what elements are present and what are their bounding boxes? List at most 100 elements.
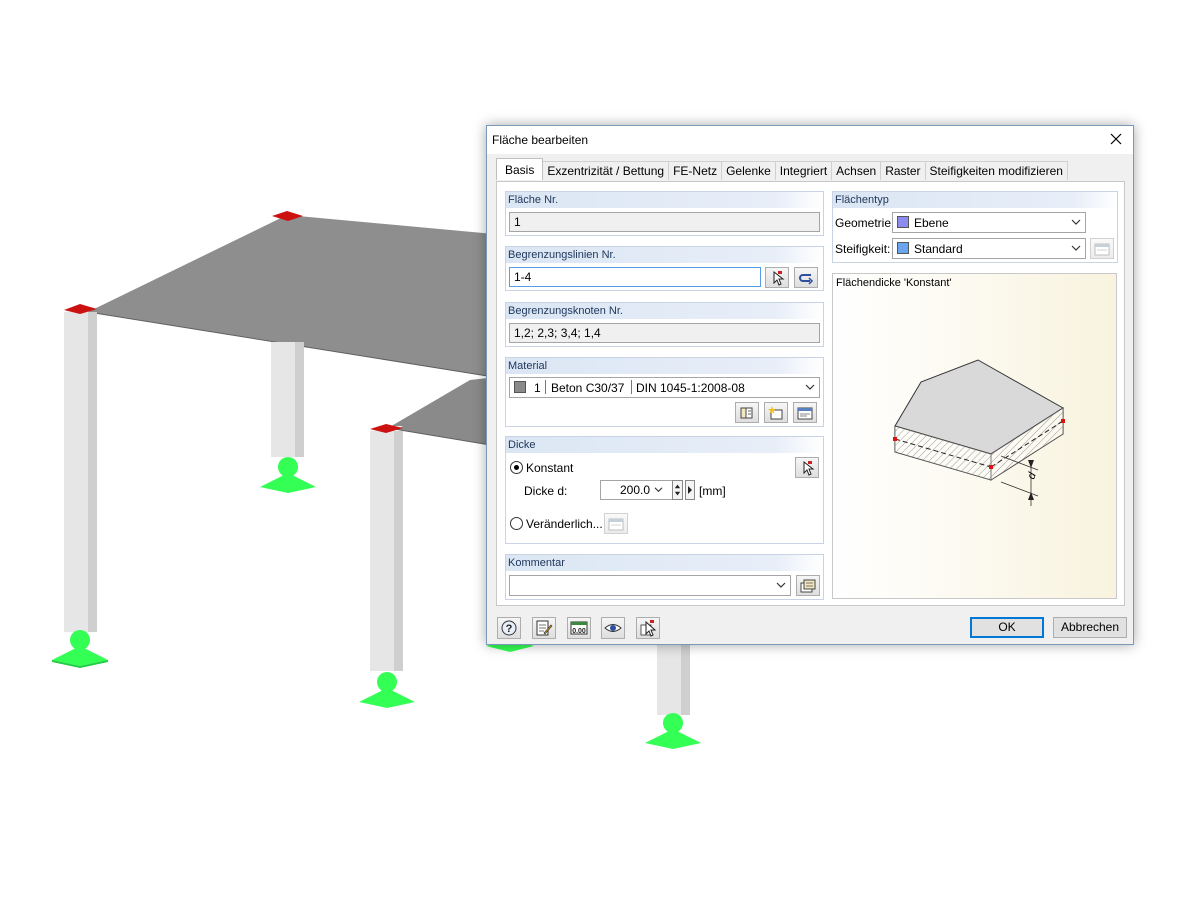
column-front-left	[64, 307, 97, 632]
variable-edit-button[interactable]	[604, 513, 628, 534]
pick-cursor-icon	[803, 460, 815, 476]
edit-surface-dialog: Fläche bearbeiten Basis Exzentrizität / …	[486, 125, 1134, 645]
chevron-down-icon	[1071, 219, 1081, 225]
new-item-icon	[768, 405, 783, 419]
thickness-arrow-button[interactable]	[685, 480, 695, 500]
geometry-color-swatch	[897, 216, 909, 228]
stiffness-edit-button[interactable]	[1090, 238, 1114, 259]
thickness-spinner[interactable]	[672, 480, 683, 500]
edit-dialog-icon	[797, 407, 813, 419]
boundary-nodes-group: Begrenzungsknoten Nr. 1,2; 2,3; 3,4; 1,4	[505, 302, 824, 347]
thickness-unit: [mm]	[699, 484, 726, 498]
comment-group: Kommentar	[505, 554, 824, 600]
boundary-nodes-header: Begrenzungsknoten Nr.	[506, 303, 823, 319]
loop-select-icon	[799, 273, 814, 285]
material-number: 1	[534, 381, 541, 395]
dialog-titlebar: Fläche bearbeiten	[487, 126, 1133, 154]
thickness-preview: Flächendicke 'Konstant' d	[832, 273, 1117, 599]
support-middle	[359, 672, 415, 708]
surface-type-header: Flächentyp	[833, 192, 1117, 208]
thickness-value: 200.0	[619, 483, 650, 497]
boundary-lines-header: Begrenzungslinien Nr.	[506, 247, 823, 263]
svg-text:?: ?	[506, 623, 513, 635]
thickness-group: Dicke Konstant Dicke d: 200.0 [mm] Verän…	[505, 436, 824, 544]
tab-hinges[interactable]: Gelenke	[721, 161, 776, 180]
edit-material-button[interactable]	[793, 402, 817, 423]
help-button[interactable]: ?	[497, 617, 521, 639]
ok-button[interactable]: OK	[970, 617, 1044, 638]
pick-in-graphic-button[interactable]	[636, 617, 660, 639]
boundary-nodes-field: 1,2; 2,3; 3,4; 1,4	[509, 323, 820, 343]
geometry-label: Geometrie:	[835, 216, 895, 230]
edit-dialog-icon	[608, 518, 624, 530]
new-material-button[interactable]	[764, 402, 788, 423]
variable-radio[interactable]	[510, 517, 523, 530]
comment-library-button[interactable]	[796, 575, 820, 596]
material-library-button[interactable]	[735, 402, 759, 423]
stiffness-value: Standard	[914, 242, 963, 256]
variable-label: Veränderlich...	[526, 517, 603, 531]
library-book-icon	[740, 407, 753, 418]
plate-thickness-illustration	[893, 359, 1065, 506]
chevron-down-icon	[805, 384, 815, 390]
boundary-lines-input[interactable]: 1-4	[509, 267, 761, 287]
surface-no-field: 1	[509, 212, 820, 232]
material-select[interactable]: 1 Beton C30/37 DIN 1045-1:2008-08	[509, 377, 820, 398]
column-back	[271, 342, 304, 457]
cancel-button[interactable]: Abbrechen	[1053, 617, 1127, 638]
edit-notes-button[interactable]	[532, 617, 556, 639]
material-header: Material	[506, 358, 823, 374]
support-right	[645, 713, 701, 749]
material-color-swatch	[514, 381, 526, 393]
thickness-pick-button[interactable]	[795, 457, 819, 478]
tab-eccentricity[interactable]: Exzentrizität / Bettung	[542, 161, 670, 180]
stiffness-color-swatch	[897, 242, 909, 254]
surface-no-group: Fläche Nr. 1	[505, 191, 824, 236]
tab-integrated[interactable]: Integriert	[774, 161, 833, 180]
support-back	[260, 457, 316, 493]
tab-bar: Basis Exzentrizität / Bettung FE-Netz Ge…	[496, 158, 1068, 181]
column-right	[657, 645, 690, 715]
tab-fe-mesh[interactable]: FE-Netz	[668, 161, 723, 180]
stiffness-select[interactable]: Standard	[892, 238, 1086, 259]
thickness-input[interactable]: 200.0	[600, 480, 678, 500]
view-button[interactable]	[601, 617, 625, 639]
tab-basis[interactable]: Basis	[496, 158, 544, 180]
comment-input[interactable]	[509, 575, 791, 596]
tab-axes[interactable]: Achsen	[831, 161, 882, 180]
column-middle	[370, 426, 403, 671]
thickness-d-label: Dicke d:	[524, 484, 568, 498]
material-norm: DIN 1045-1:2008-08	[636, 381, 745, 395]
pick-cursor-icon	[773, 270, 785, 286]
help-icon: ?	[501, 620, 517, 636]
surface-no-header: Fläche Nr.	[506, 192, 823, 208]
tab-stiffness-modification[interactable]: Steifigkeiten modifizieren	[924, 161, 1068, 180]
tab-grid[interactable]: Raster	[880, 161, 926, 180]
surface-type-group: Flächentyp Geometrie: Ebene Steifigkeit:…	[832, 191, 1118, 263]
material-group: Material 1 Beton C30/37 DIN 1045-1:2008-…	[505, 357, 824, 427]
chevron-down-icon	[1071, 245, 1081, 251]
eye-icon	[604, 624, 622, 632]
thickness-header: Dicke	[506, 437, 823, 453]
comment-list-icon	[800, 579, 816, 592]
chevron-down-icon	[654, 487, 663, 493]
boundary-lines-group: Begrenzungslinien Nr. 1-4	[505, 246, 824, 291]
notepad-edit-icon	[536, 620, 553, 636]
select-lines-button[interactable]	[794, 267, 818, 288]
svg-text:0.00: 0.00	[572, 628, 586, 635]
chevron-down-icon	[776, 582, 786, 588]
geometry-select[interactable]: Ebene	[892, 212, 1086, 233]
pick-cursor-icon	[640, 620, 657, 637]
comment-header: Kommentar	[506, 555, 823, 571]
tab-panel-basis: Fläche Nr. 1 Begrenzungslinien Nr. 1-4 B…	[496, 181, 1125, 606]
constant-label: Konstant	[526, 461, 574, 475]
geometry-value: Ebene	[914, 216, 949, 230]
material-name: Beton C30/37	[551, 381, 625, 395]
units-decimals-button[interactable]: 0.00	[567, 617, 591, 639]
decimal-places-icon: 0.00	[570, 621, 588, 635]
pick-lines-button[interactable]	[765, 267, 789, 288]
stiffness-label: Steifigkeit:	[835, 242, 891, 256]
close-icon[interactable]	[1107, 130, 1125, 148]
support-front-left	[52, 630, 108, 668]
constant-radio[interactable]	[510, 461, 523, 474]
